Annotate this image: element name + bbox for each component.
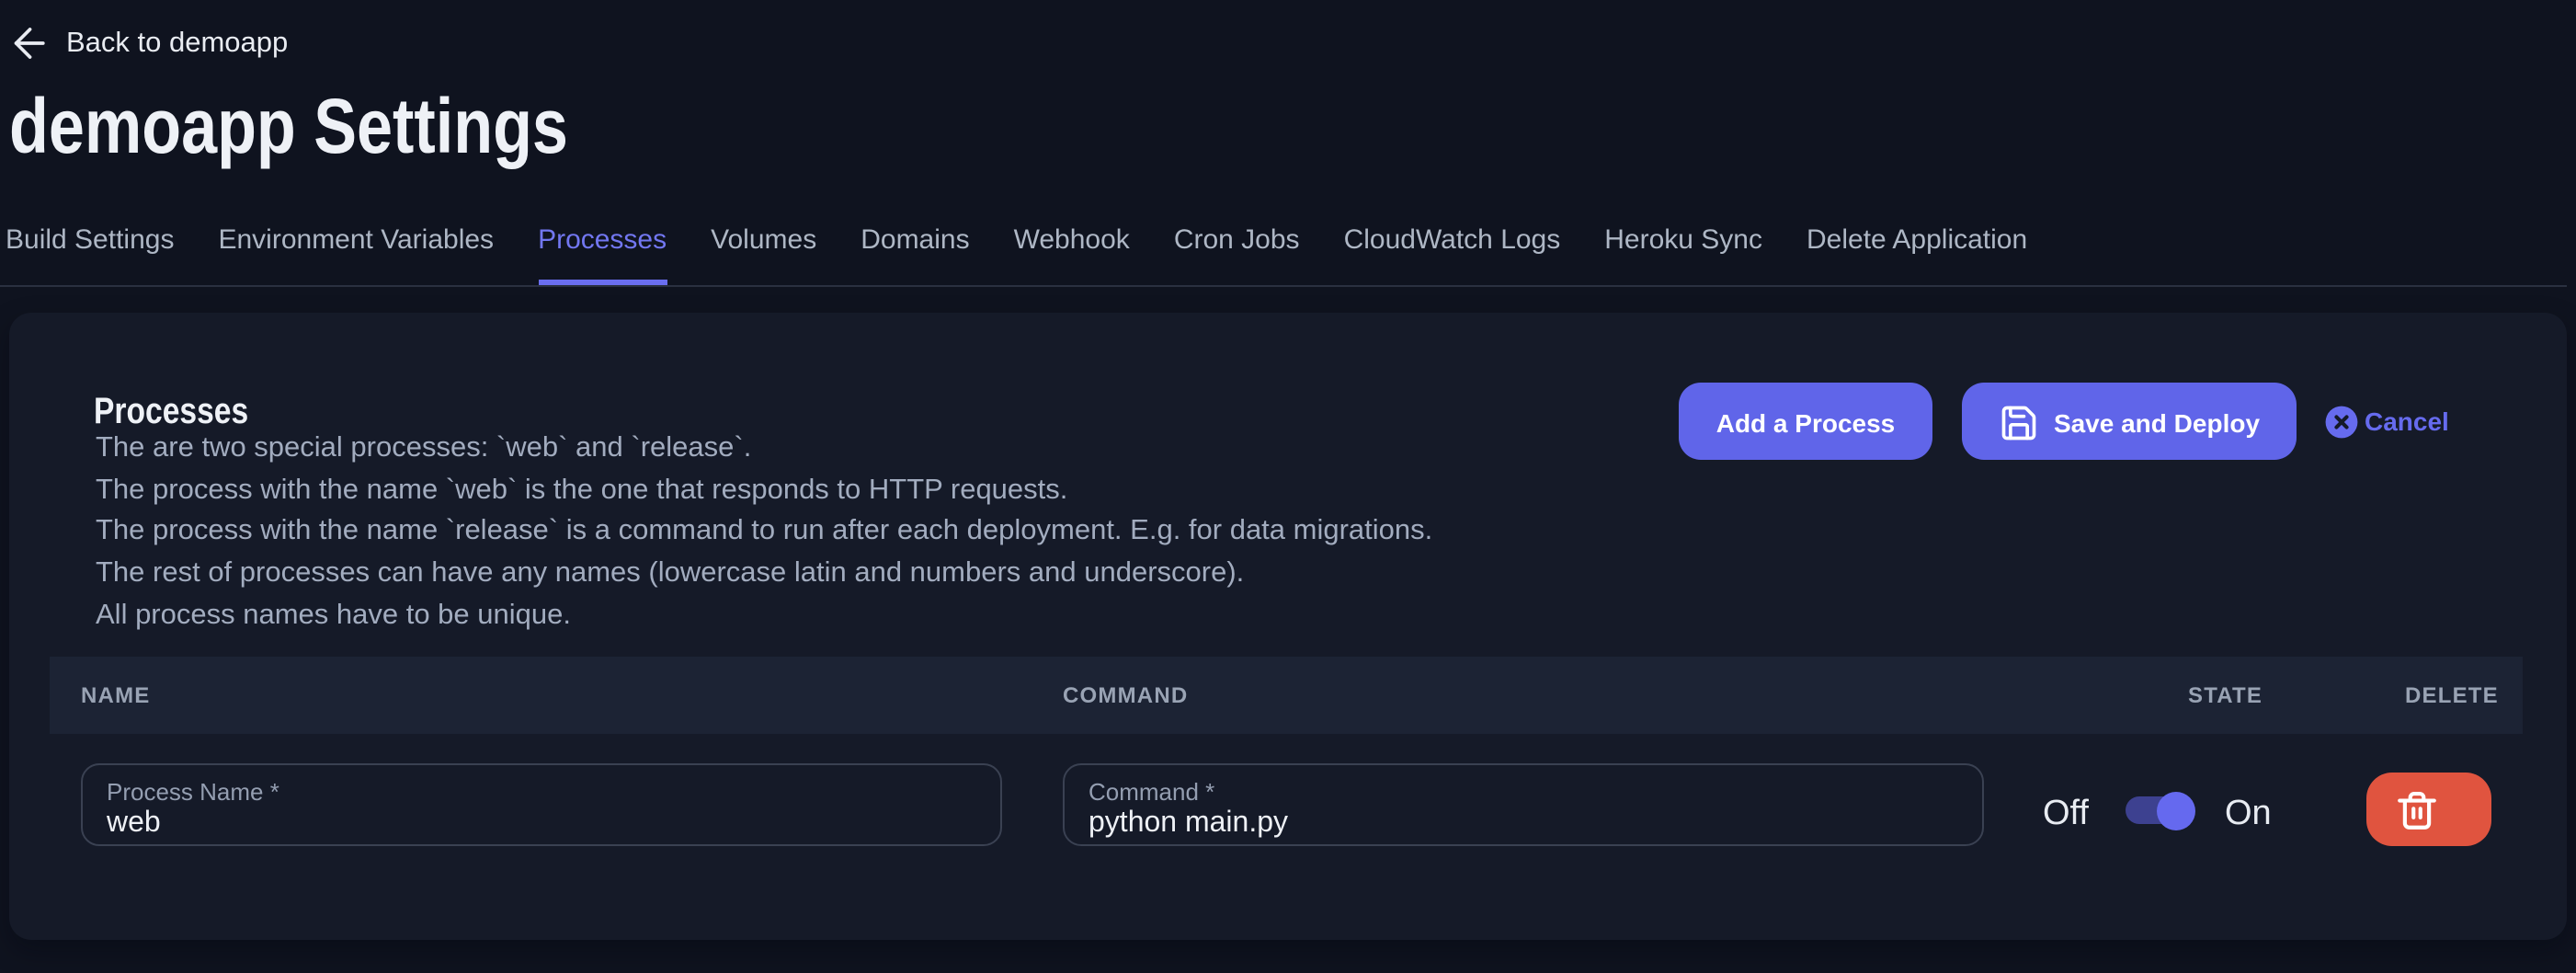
- add-process-button[interactable]: Add a Process: [1679, 383, 1932, 460]
- delete-process-button[interactable]: [2366, 773, 2491, 846]
- command-field: Command *: [1063, 763, 1984, 846]
- panel-description-line: The rest of processes can have any names…: [96, 554, 1432, 595]
- column-header-name: NAME: [81, 682, 150, 708]
- state-toggle[interactable]: [2126, 796, 2194, 824]
- panel-description-line: The are two special processes: `web` and…: [96, 429, 1432, 470]
- tab-cloudwatch-logs[interactable]: CloudWatch Logs: [1344, 223, 1561, 284]
- command-input[interactable]: [1089, 806, 1953, 842]
- cancel-button[interactable]: Cancel: [2324, 383, 2449, 460]
- cancel-label: Cancel: [2365, 406, 2449, 436]
- panel-description: The are two special processes: `web` and…: [96, 429, 1432, 637]
- process-name-input[interactable]: [107, 806, 971, 842]
- process-name-field: Process Name *: [81, 763, 1002, 846]
- tab-environment-variables[interactable]: Environment Variables: [218, 223, 494, 284]
- panel-description-line: All process names have to be unique.: [96, 596, 1432, 637]
- tab-delete-application[interactable]: Delete Application: [1807, 223, 2027, 284]
- panel-heading: Processes: [94, 391, 248, 433]
- panel-description-line: The process with the name `web` is the o…: [96, 470, 1432, 511]
- panel-description-line: The process with the name `release` is a…: [96, 512, 1432, 554]
- process-name-label: Process Name *: [107, 777, 279, 805]
- tab-domains[interactable]: Domains: [861, 223, 969, 284]
- column-header-delete: DELETE: [2405, 682, 2499, 708]
- add-process-label: Add a Process: [1716, 408, 1896, 438]
- state-off-label: Off: [2043, 794, 2089, 834]
- tab-bar-divider: [0, 284, 2567, 286]
- tab-webhook[interactable]: Webhook: [1014, 223, 1130, 284]
- tab-bar: Build Settings Environment Variables Proce…: [0, 0, 2576, 283]
- tab-processes[interactable]: Processes: [538, 223, 667, 284]
- column-header-command: COMMAND: [1063, 682, 1188, 708]
- tab-cron-jobs[interactable]: Cron Jobs: [1174, 223, 1300, 284]
- state-on-label: On: [2225, 794, 2272, 834]
- state-toggle-knob: [2156, 791, 2194, 830]
- tab-heroku-sync[interactable]: Heroku Sync: [1604, 223, 1762, 284]
- column-header-state: STATE: [2188, 682, 2263, 708]
- save-and-deploy-button[interactable]: Save and Deploy: [1962, 383, 2297, 460]
- table-header: NAME COMMAND STATE DELETE: [50, 657, 2523, 734]
- save-and-deploy-label: Save and Deploy: [2054, 408, 2260, 438]
- command-label: Command *: [1089, 777, 1214, 805]
- page: Back to demoapp demoapp Settings Build S…: [0, 0, 2576, 973]
- x-circle-icon: [2324, 404, 2359, 439]
- save-icon: [1999, 402, 2039, 442]
- tab-build-settings[interactable]: Build Settings: [6, 223, 174, 284]
- tab-volumes[interactable]: Volumes: [711, 223, 816, 284]
- trash-icon: [2394, 788, 2440, 830]
